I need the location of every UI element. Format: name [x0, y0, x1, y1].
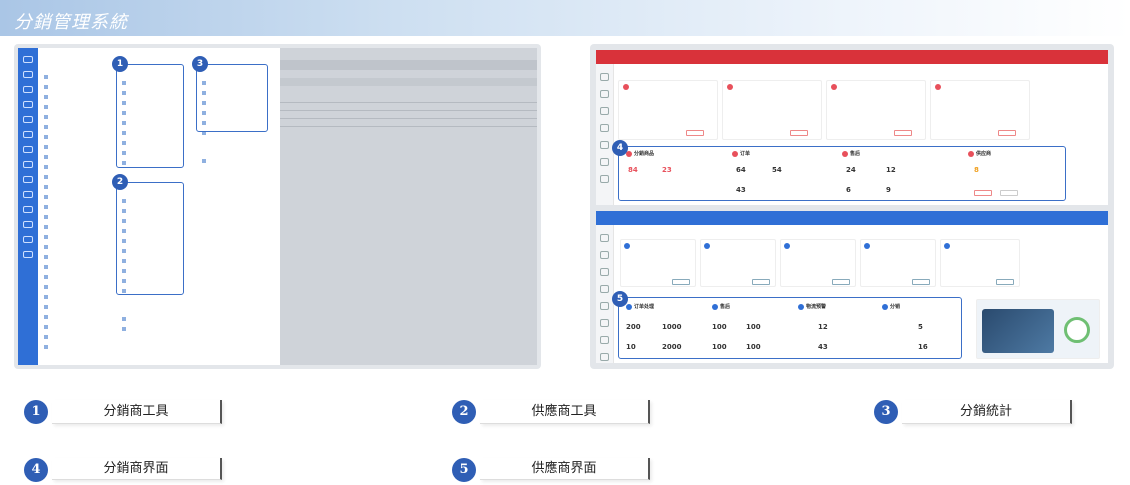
marker-3: 3 — [192, 56, 208, 72]
progress-ring — [1064, 317, 1090, 343]
dimmed-table-line — [280, 126, 537, 127]
legend-label-3: 分銷統計 — [902, 400, 1072, 424]
stat-value: 6 — [846, 186, 851, 194]
supply-menu — [122, 304, 129, 334]
stat-value: 200 — [626, 323, 641, 331]
stat-value: 12 — [818, 323, 828, 331]
guide-button[interactable] — [894, 130, 912, 136]
guide-button[interactable] — [832, 279, 850, 285]
stat-value: 54 — [772, 166, 782, 174]
legend-badge-1: 1 — [24, 400, 48, 424]
guide-button[interactable] — [912, 279, 930, 285]
stat-value: 10 — [626, 343, 636, 351]
dimmed-table-line — [280, 118, 537, 119]
main-menu-column — [44, 62, 51, 352]
stat-value: 43 — [736, 186, 746, 194]
stat-value: 43 — [818, 343, 828, 351]
stat-value: 23 — [662, 166, 672, 174]
stat-value: 5 — [918, 323, 923, 331]
stat-card-title: 订单处理 — [626, 303, 654, 310]
guide-button[interactable] — [998, 130, 1016, 136]
page: 分銷管理系統 1 2 3 4 分銷商品 84 23 订单 64 54 43 售后… — [0, 0, 1130, 485]
distributor-dashboard: 4 分銷商品 84 23 订单 64 54 43 售后 24 12 6 9 供应… — [596, 50, 1108, 205]
guide-button[interactable] — [752, 279, 770, 285]
dimmed-table-line — [280, 110, 537, 111]
stat-card-title: 分銷商品 — [626, 150, 654, 157]
stat-card-title: 售后 — [712, 303, 730, 310]
guide-button[interactable] — [686, 130, 704, 136]
supplier-sidebar — [596, 225, 614, 363]
guide-button[interactable] — [996, 279, 1014, 285]
distributor-tools-highlight — [116, 64, 184, 168]
supplier-action-button[interactable] — [974, 190, 992, 196]
legend-label-1: 分銷商工具 — [52, 400, 222, 424]
distribution-stats-highlight — [196, 64, 268, 132]
stat-value: 12 — [886, 166, 896, 174]
stat-value: 100 — [712, 323, 727, 331]
app-sidebar — [18, 48, 38, 365]
legend-label-5: 供應商界面 — [480, 458, 650, 480]
store-card-image — [982, 309, 1054, 353]
stat-card-title: 供应商 — [968, 150, 991, 157]
legend-label-4: 分銷商界面 — [52, 458, 222, 480]
legend-badge-3: 3 — [874, 400, 898, 424]
stat-value: 2000 — [662, 343, 682, 351]
legend-label-2: 供應商工具 — [480, 400, 650, 424]
stat-value: 16 — [918, 343, 928, 351]
stat-card-title: 物流预警 — [798, 303, 826, 310]
supplier-dashboard: 5 订单处理 200 1000 10 2000 售后 100 100 100 1… — [596, 211, 1108, 363]
stat-value: 84 — [628, 166, 638, 174]
stat-value: 100 — [746, 343, 761, 351]
dimmed-filter-row — [280, 78, 537, 86]
stat-value: 100 — [746, 323, 761, 331]
guide-button[interactable] — [672, 279, 690, 285]
menu-screenshot: 1 2 3 — [18, 48, 537, 365]
dimmed-app-area — [280, 48, 537, 365]
legend-badge-2: 2 — [452, 400, 476, 424]
dimmed-table-line — [280, 102, 537, 103]
marker-1: 1 — [112, 56, 128, 72]
page-title: 分銷管理系統 — [14, 12, 128, 33]
dimmed-toolbar — [280, 60, 537, 70]
supplier-header-bar — [596, 211, 1108, 225]
legend-badge-4: 4 — [24, 458, 48, 482]
menu-screenshot-panel: 1 2 3 — [14, 44, 541, 369]
supplier-action-button[interactable] — [1000, 190, 1018, 196]
title-bar: 分銷管理系統 — [0, 0, 1130, 36]
stat-value: 100 — [712, 343, 727, 351]
dashboard-screenshot-panel: 4 分銷商品 84 23 订单 64 54 43 售后 24 12 6 9 供应… — [590, 44, 1114, 369]
distributor-sidebar — [596, 64, 614, 205]
marker-2: 2 — [112, 174, 128, 190]
stat-value: 64 — [736, 166, 746, 174]
stat-value: 24 — [846, 166, 856, 174]
guide-button[interactable] — [790, 130, 808, 136]
stat-value: 9 — [886, 186, 891, 194]
more-menu — [202, 146, 209, 166]
supplier-tools-highlight — [116, 182, 184, 295]
stat-card-title: 售后 — [842, 150, 860, 157]
stat-card-title: 订单 — [732, 150, 750, 157]
stat-value: 8 — [974, 166, 979, 174]
legend-badge-5: 5 — [452, 458, 476, 482]
stat-value: 1000 — [662, 323, 682, 331]
stat-card-title: 分销 — [882, 303, 900, 310]
distributor-header-bar — [596, 50, 1108, 64]
